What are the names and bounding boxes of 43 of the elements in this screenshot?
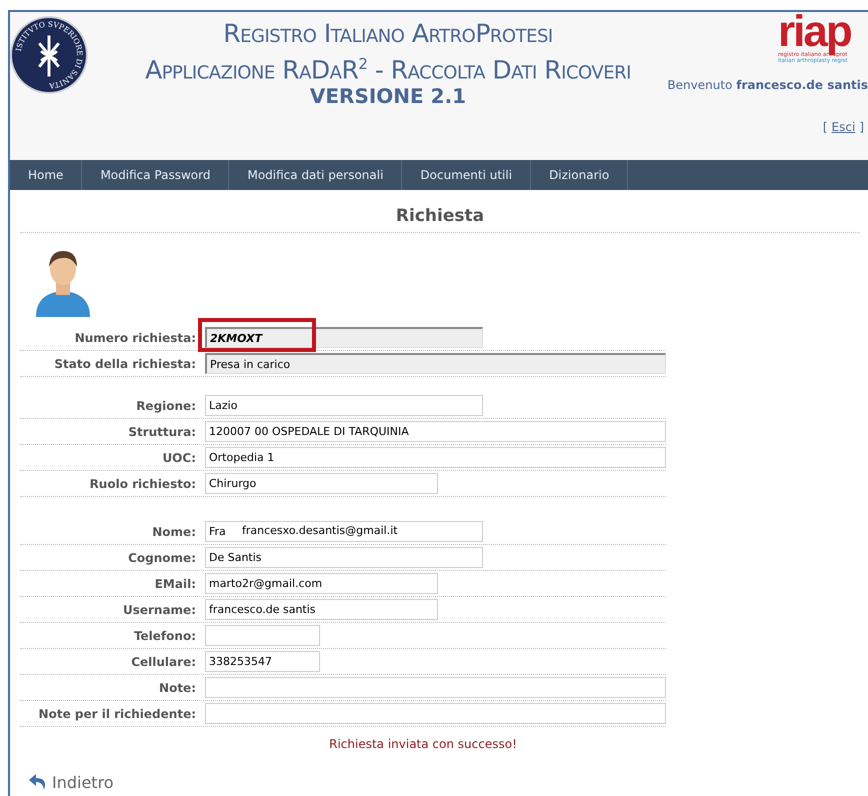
field-label: Numero richiesta: [74,330,196,344]
text-field[interactable] [205,677,666,698]
field-label: Note per il richiedente: [38,706,196,720]
text-field[interactable]: Ortopedia 1 [205,447,666,468]
page-title: Richiesta [394,206,486,226]
field-label: Cellulare: [130,654,196,668]
field-label: UOC: [161,450,196,464]
field-label: Username: [122,602,196,616]
text-field[interactable]: De Santis [205,547,483,568]
nav-tab[interactable]: Modifica Password [82,160,230,190]
nav-tab[interactable]: Documenti utili [402,160,532,190]
text-field[interactable] [205,625,320,646]
nav-tab[interactable]: Modifica dati personali [229,160,402,190]
logout-link[interactable]: Esci [832,120,856,134]
nav-tab[interactable]: Dizionario [531,160,628,190]
field-label: Cognome: [127,550,196,564]
text-field[interactable]: Chirurgo [205,473,438,494]
back-link[interactable]: Indietro [28,772,114,792]
field-label: Ruolo richiesto: [88,476,196,490]
text-field[interactable]: marto2r@gmail.com [205,573,438,594]
nav-tab[interactable]: Home [10,160,82,190]
field-label: Regione: [135,398,196,412]
bracket: ] [859,120,864,134]
bracket: [ [822,120,828,134]
field-label: Telefono: [132,628,196,642]
text-field[interactable]: 338253547 [205,651,320,672]
field-label: Stato della richiesta: [53,356,196,370]
text-field[interactable] [205,703,666,724]
app-title: Applicazione RaDaR$^{2}$ - Raccolta Dati Ricoveri [145,54,631,86]
field-label: Note: [158,680,196,694]
text-field[interactable]: francesco.de santis [205,599,438,620]
version-label: VERSIONE 2.1 [310,85,466,108]
success-message: Richiesta inviata con successo! [328,737,518,751]
field-label: EMail: [154,576,196,590]
text-field[interactable]: 120007 00 OSPEDALE DI TARQUINIA [205,421,666,442]
app-title: Registro Italiano ArtroProtesi [223,18,553,49]
text-field[interactable]: Lazio [205,395,483,416]
field-label: Struttura: [127,424,196,438]
welcome-text: Benvenuto francesco.de santis [667,78,868,92]
field-label: Nome: [151,524,196,538]
text-field[interactable]: 2KMOXT [205,327,483,348]
back-arrow-icon [28,772,48,792]
text-field[interactable]: Presa in carico [205,353,666,374]
